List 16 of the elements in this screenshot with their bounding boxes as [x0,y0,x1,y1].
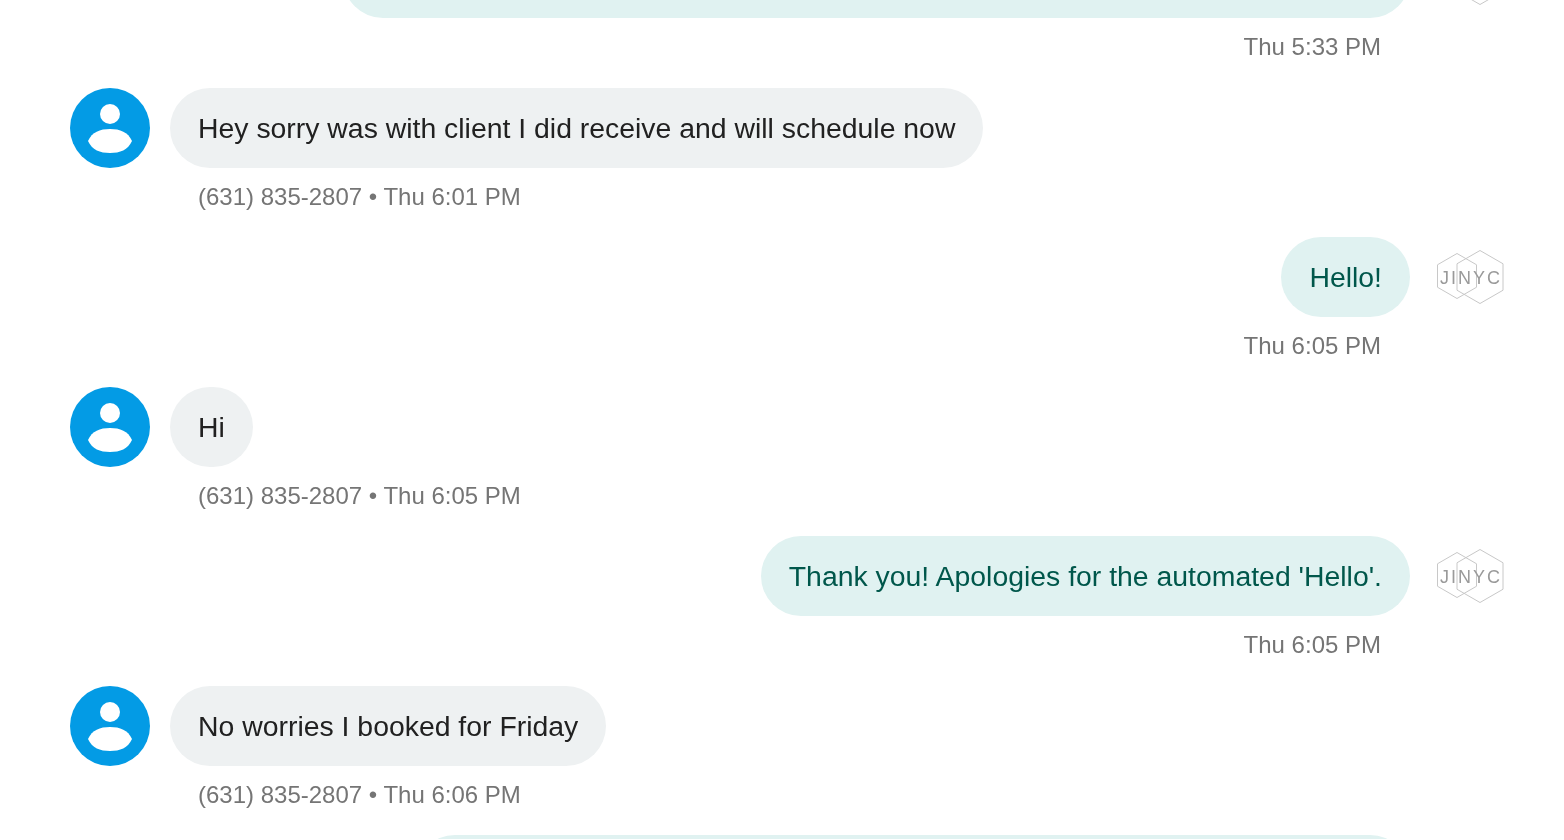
sender-and-time: (631) 835-2807 • Thu 6:05 PM [198,482,521,509]
hexagon-logo: JINYC [1437,249,1505,305]
message-text: Hello! [1309,260,1382,294]
message-text: Hey sorry was with client I did receive and will schedule now [198,110,956,145]
person-avatar-icon [70,87,150,168]
hexagon-logo: JINYC [1437,548,1505,604]
sender-and-time: (631) 835-2807 • Thu 6:06 PM [198,781,521,808]
message-text: Hi [198,409,225,444]
person-avatar-icon [70,386,150,467]
message-text: No worries I booked for Friday [198,708,579,743]
message-time: Thu 6:05 PM [1243,333,1381,359]
sender-and-time: (631) 835-2807 • Thu 6:01 PM [198,183,521,210]
message-text: Thank you! Apologies for the automated 'Hello'. [788,559,1382,593]
message-time: Thu 5:33 PM [1243,34,1381,60]
person-avatar-icon [70,685,150,766]
message-time: Thu 6:05 PM [1243,632,1381,658]
